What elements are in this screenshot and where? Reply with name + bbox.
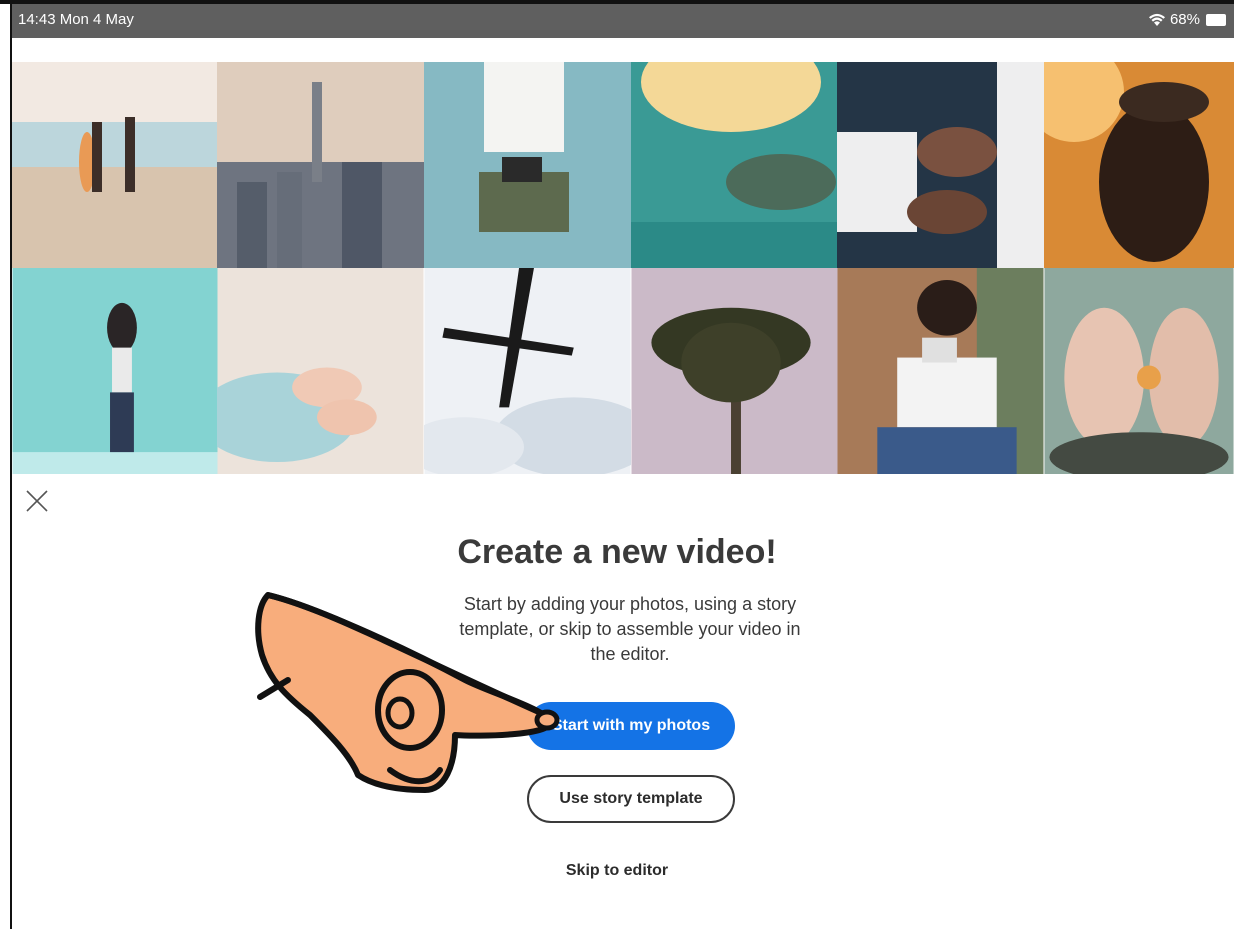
photo-city-skyline (217, 62, 424, 268)
photo-suit-cufflinks (837, 62, 1044, 268)
photo-hands-flower (1044, 268, 1234, 474)
photo-sea-turtle (631, 62, 838, 268)
battery-icon (1206, 13, 1226, 26)
status-indicators: 68% (1148, 11, 1226, 28)
close-icon[interactable] (24, 488, 50, 514)
photo-airplane-sky (424, 268, 631, 474)
photo-man-polaroid (837, 268, 1044, 474)
status-time: 14:43 Mon 4 May (18, 11, 134, 28)
photo-grid (12, 62, 1234, 475)
start-with-photos-button[interactable]: Start with my photos (527, 702, 735, 750)
photo-mother-child (12, 268, 219, 474)
battery-percentage: 68% (1169, 11, 1200, 28)
dialog-title: Create a new video! (457, 533, 777, 571)
use-story-template-button[interactable]: Use story template (527, 775, 735, 823)
photo-palm-tree (631, 268, 838, 474)
status-bar: 14:43 Mon 4 May 68% (12, 4, 1234, 38)
photo-baby-feet (217, 268, 424, 474)
dialog-subtitle: Start by adding your photos, using a sto… (459, 594, 801, 664)
start-with-photos-label: Start with my photos (551, 717, 711, 734)
use-story-template-label: Use story template (559, 790, 703, 807)
wifi-icon (1148, 13, 1165, 26)
photo-woman-camera (424, 62, 631, 268)
photo-beach-surfers (12, 62, 219, 268)
photo-man-cap-sunset (1044, 62, 1234, 268)
skip-to-editor-link[interactable]: Skip to editor (0, 862, 1234, 880)
